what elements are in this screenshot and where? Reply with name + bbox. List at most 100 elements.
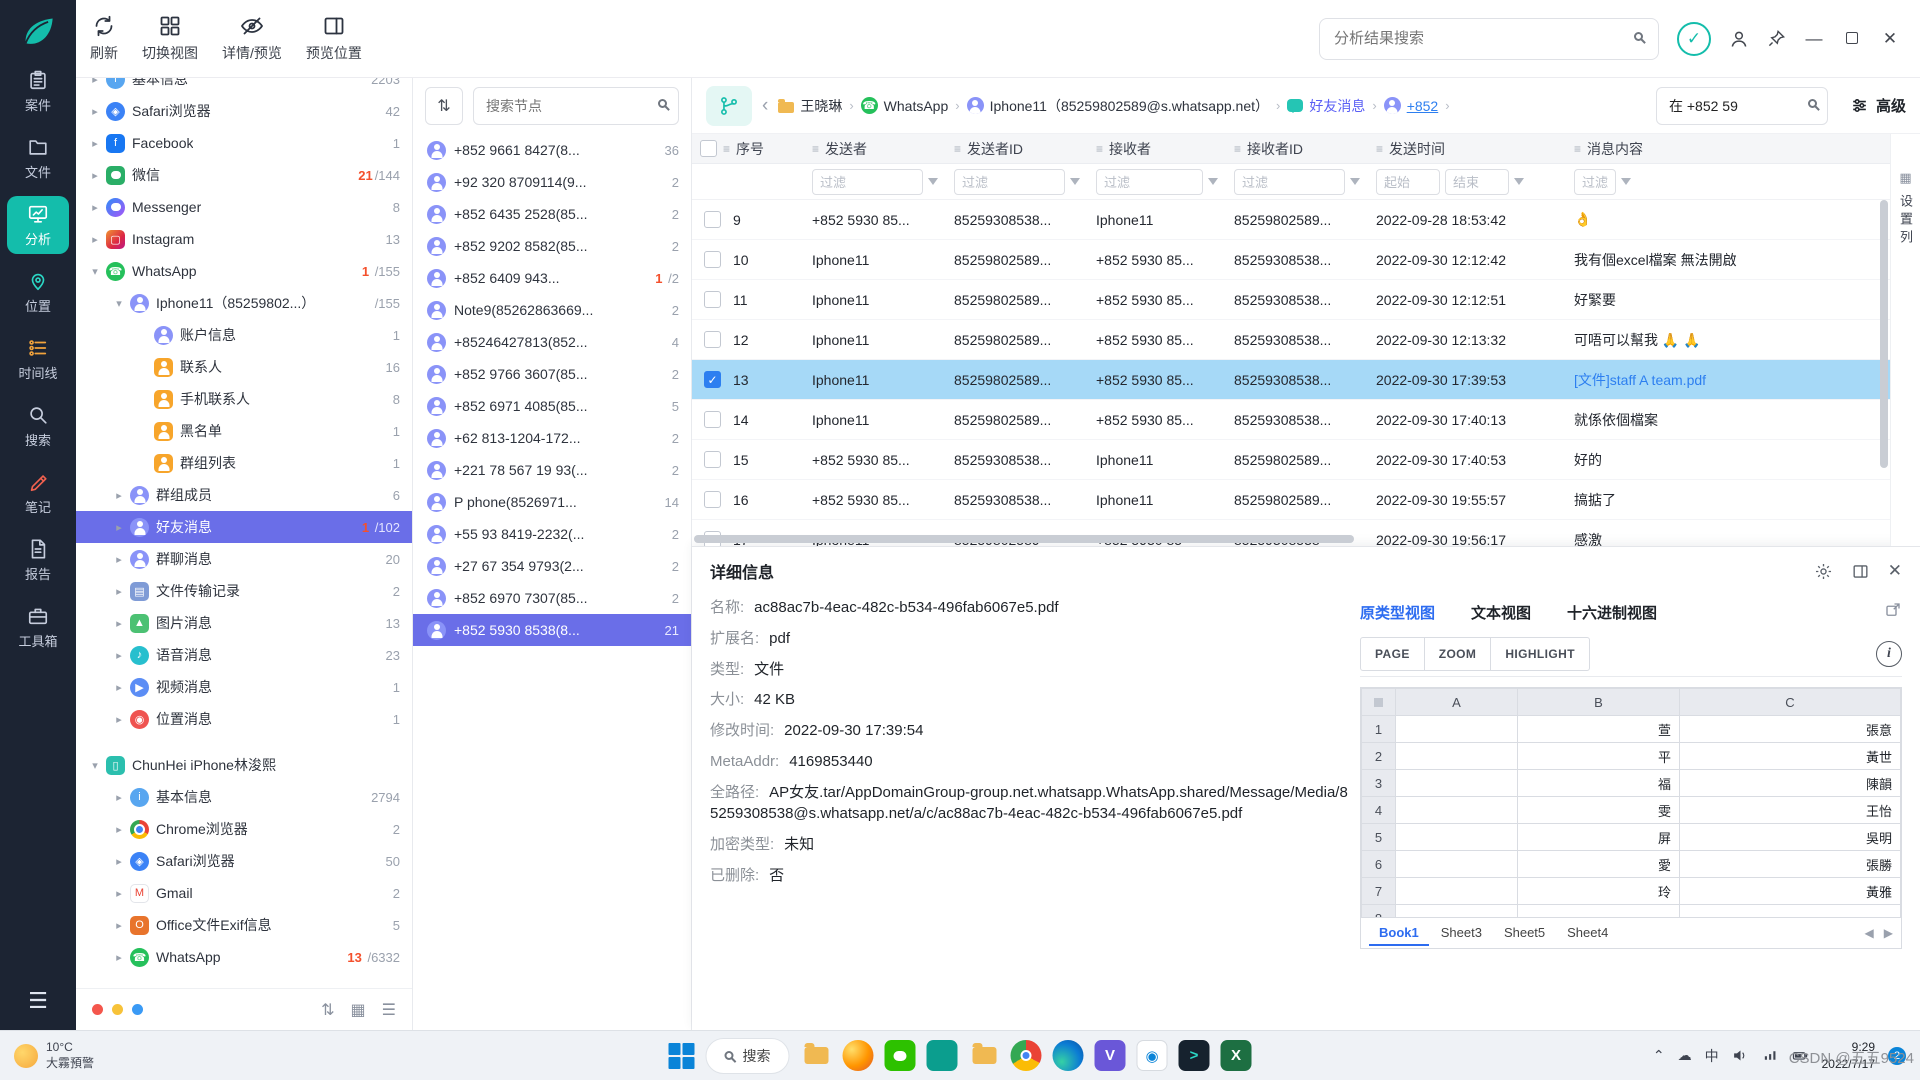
tree-item[interactable]: ▸i基本信息2794 xyxy=(76,781,412,813)
list-item-contact[interactable]: +221 78 567 19 93(...2 xyxy=(413,454,691,486)
chevron-right-icon[interactable]: ▸ xyxy=(86,78,104,86)
list-item-contact[interactable]: +852 9766 3607(85...2 xyxy=(413,358,691,390)
table-row-10[interactable]: 10Iphone1185259802589...+852 5930 85...8… xyxy=(692,240,1890,280)
viewer-tool-highlight[interactable]: HIGHLIGHT xyxy=(1491,638,1589,670)
chevron-right-icon[interactable]: ▸ xyxy=(110,649,128,662)
grid-row-number[interactable]: 5 xyxy=(1362,824,1396,851)
refresh-button[interactable]: 刷新 xyxy=(90,14,118,63)
tree-item[interactable]: ▸▶视频消息1 xyxy=(76,671,412,703)
row-checkbox[interactable] xyxy=(704,211,721,228)
list-item-contact[interactable]: +92 320 8709114(9...2 xyxy=(413,166,691,198)
chevron-right-icon[interactable]: ▸ xyxy=(110,489,128,502)
breadcrumb-item[interactable]: Iphone11（85259802589@s.whatsapp.net） xyxy=(967,96,1269,116)
taskbar-icon-firefox[interactable] xyxy=(843,1040,874,1071)
taskbar-search[interactable]: 搜索 xyxy=(706,1038,790,1074)
maximize-button[interactable] xyxy=(1842,29,1862,49)
tree-item[interactable]: ▸◉位置消息1 xyxy=(76,703,412,735)
column-settings-label[interactable]: 设置列 xyxy=(1896,194,1915,248)
tab-viewer-2[interactable]: 十六进制视图 xyxy=(1567,602,1657,623)
column-header-5[interactable]: ≡发送时间 xyxy=(1368,134,1566,163)
chevron-right-icon[interactable]: ▸ xyxy=(86,201,104,214)
breadcrumb-item[interactable]: 王晓琳 xyxy=(778,96,842,116)
grid-row-3[interactable]: 3福陳韻 xyxy=(1362,770,1901,797)
branch-view-icon[interactable] xyxy=(706,86,752,126)
close-detail-icon[interactable]: ✕ xyxy=(1888,561,1902,581)
row-checkbox[interactable] xyxy=(704,331,721,348)
tree-item[interactable]: ▸☎WhatsApp13 /6332 xyxy=(76,941,412,973)
tree-item[interactable]: ▸▲图片消息13 xyxy=(76,607,412,639)
layout-button[interactable]: 预览位置 xyxy=(306,14,362,63)
license-check-icon[interactable]: ✓ xyxy=(1677,22,1711,56)
ime-indicator[interactable]: 中 xyxy=(1705,1046,1719,1066)
taskbar-icon-notes[interactable]: ◉ xyxy=(1137,1040,1168,1071)
table-row-12[interactable]: 12Iphone1185259802589...+852 5930 85...8… xyxy=(692,320,1890,360)
column-header-0[interactable]: ≡序号 xyxy=(692,134,804,163)
tree-item[interactable]: ▸群组成员6 xyxy=(76,479,412,511)
advanced-filter-button[interactable]: 高级 xyxy=(1850,95,1906,116)
tree-item[interactable]: ▸Chrome浏览器2 xyxy=(76,813,412,845)
grid-row-number[interactable]: 4 xyxy=(1362,797,1396,824)
grid-column-B[interactable]: B xyxy=(1518,689,1680,716)
breadcrumb-item[interactable]: +852 xyxy=(1384,97,1439,114)
message-search-input[interactable] xyxy=(1656,87,1828,125)
column-header-6[interactable]: ≡消息内容 xyxy=(1566,134,1890,163)
filter-funnel-icon[interactable] xyxy=(1350,178,1360,185)
filter-input[interactable]: 过滤 xyxy=(1096,169,1203,195)
column-settings-strip[interactable]: ▦ 设置列 xyxy=(1890,134,1920,546)
grid-cell-c[interactable]: 張勝 xyxy=(1680,851,1901,878)
chevron-right-icon[interactable]: ▸ xyxy=(110,823,128,836)
grid-cell-b[interactable]: 玲 xyxy=(1518,878,1680,905)
row-checkbox[interactable] xyxy=(704,451,721,468)
list-item-contact[interactable]: +852 6970 7307(85...2 xyxy=(413,582,691,614)
grid-cell-a[interactable] xyxy=(1396,770,1518,797)
chevron-right-icon[interactable]: ▸ xyxy=(110,617,128,630)
tree-item[interactable]: ▸▤文件传输记录2 xyxy=(76,575,412,607)
tree-item[interactable]: ▸微信21/144 xyxy=(76,159,412,191)
row-checkbox[interactable] xyxy=(704,251,721,268)
grid-view-icon[interactable]: ▦ xyxy=(351,1000,366,1020)
grid-cell-c[interactable]: 張意 xyxy=(1680,716,1901,743)
tree-item[interactable]: ▸▢Instagram13 xyxy=(76,223,412,255)
list-item-contact[interactable]: +852 9661 8427(8...36 xyxy=(413,134,691,166)
weather-widget[interactable]: 10°C大霧預警 xyxy=(14,1040,94,1071)
analysis-search-input[interactable] xyxy=(1319,18,1659,60)
table-row-16[interactable]: 16+852 5930 85...85259308538...Iphone118… xyxy=(692,480,1890,520)
table-row-15[interactable]: 15+852 5930 85...85259308538...Iphone118… xyxy=(692,440,1890,480)
search-icon[interactable] xyxy=(658,99,667,108)
network-icon[interactable] xyxy=(1762,1047,1779,1064)
grid-cell-c[interactable]: 吳明 xyxy=(1680,824,1901,851)
tree-item[interactable]: 联系人16 xyxy=(76,351,412,383)
grid-column-A[interactable]: A xyxy=(1396,689,1518,716)
chevron-right-icon[interactable]: ▸ xyxy=(86,137,104,150)
nav-item-timeline[interactable]: 时间线 xyxy=(7,330,69,388)
row-checkbox[interactable] xyxy=(704,491,721,508)
grid-cell-c[interactable]: 陳韻 xyxy=(1680,770,1901,797)
chevron-down-icon[interactable]: ▾ xyxy=(86,265,104,278)
grid-cell-c[interactable] xyxy=(1680,905,1901,918)
nav-item-location[interactable]: 位置 xyxy=(7,263,69,321)
volume-icon[interactable] xyxy=(1732,1047,1749,1064)
grid-row-number[interactable]: 8 xyxy=(1362,905,1396,918)
tree-item[interactable]: ▸群聊消息20 xyxy=(76,543,412,575)
list-item-contact[interactable]: +852 9202 8582(85...2 xyxy=(413,230,691,262)
grid-row-4[interactable]: 4雯王怡 xyxy=(1362,797,1901,824)
breadcrumb-item[interactable]: ☎WhatsApp xyxy=(861,97,949,114)
cloud-icon[interactable]: ☁ xyxy=(1678,1047,1692,1064)
grid-row-number[interactable]: 2 xyxy=(1362,743,1396,770)
user-account-icon[interactable] xyxy=(1729,29,1749,49)
sheet-tab-Book1[interactable]: Book1 xyxy=(1369,921,1429,946)
switchview-button[interactable]: 切换视图 xyxy=(142,14,198,63)
open-external-icon[interactable] xyxy=(1884,601,1902,623)
tree-item[interactable]: ▾Iphone11（85259802...） /155 xyxy=(76,287,412,319)
nav-item-file[interactable]: 文件 xyxy=(7,129,69,187)
chevron-right-icon[interactable]: ▸ xyxy=(86,105,104,118)
filter-input[interactable]: 过滤 xyxy=(812,169,923,195)
list-item-contact[interactable]: +55 93 8419-2232(...2 xyxy=(413,518,691,550)
table-row-14[interactable]: 14Iphone1185259802589...+852 5930 85...8… xyxy=(692,400,1890,440)
hamburger-menu-icon[interactable]: ☰ xyxy=(28,988,48,1014)
tab-viewer-0[interactable]: 原类型视图 xyxy=(1360,602,1435,623)
nav-item-analysis[interactable]: 分析 xyxy=(7,196,69,254)
close-button[interactable]: ✕ xyxy=(1880,29,1900,49)
grid-row-8[interactable]: 8 xyxy=(1362,905,1901,918)
grid-cell-b[interactable]: 平 xyxy=(1518,743,1680,770)
